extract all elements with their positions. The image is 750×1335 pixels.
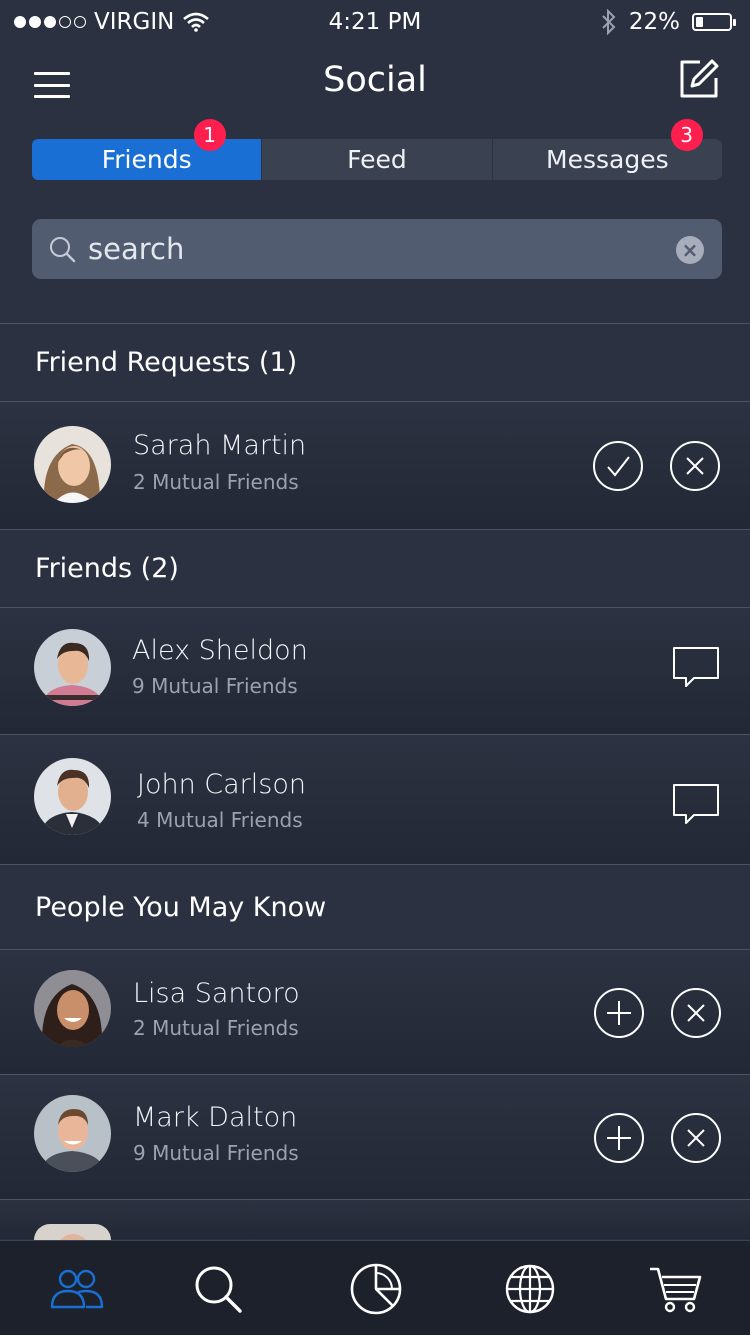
- messages-badge: 3: [670, 119, 703, 151]
- close-icon: [687, 1004, 705, 1022]
- contact-name: John Carlson: [137, 769, 306, 800]
- mutual-friends: 2 Mutual Friends: [133, 1016, 299, 1040]
- mutual-friends: 9 Mutual Friends: [132, 674, 298, 698]
- contact-name: Alex Sheldon: [132, 635, 308, 666]
- suggestion-row-partial: [0, 1199, 750, 1240]
- carrier-label: VIRGIN: [94, 9, 175, 35]
- navigation-bar: Social: [0, 44, 750, 124]
- friend-row[interactable]: John Carlson 4 Mutual Friends: [0, 734, 750, 864]
- friend-row[interactable]: Alex Sheldon 9 Mutual Friends: [0, 607, 750, 734]
- avatar: [34, 1095, 111, 1172]
- contacts-list: Friend Requests (1) Sarah Martin 2 Mutua…: [0, 323, 750, 1240]
- avatar: [34, 1224, 111, 1240]
- add-friend-button[interactable]: [594, 1113, 644, 1163]
- battery-percent: 22%: [628, 9, 680, 35]
- people-you-may-know-header: People You May Know: [0, 864, 750, 949]
- plus-icon: [607, 1001, 631, 1025]
- tab-bar: [0, 1240, 750, 1335]
- add-friend-button[interactable]: [594, 988, 644, 1038]
- avatar: [34, 426, 111, 503]
- status-bar: VIRGIN 4:21 PM 22%: [0, 0, 750, 44]
- contact-name: Sarah Martin: [133, 430, 307, 461]
- mutual-friends: 4 Mutual Friends: [137, 808, 303, 832]
- dismiss-suggestion-button[interactable]: [671, 1113, 721, 1163]
- friend-request-row[interactable]: Sarah Martin 2 Mutual Friends: [0, 401, 750, 529]
- clear-search-icon[interactable]: ×: [676, 236, 704, 264]
- globe-icon[interactable]: [502, 1261, 558, 1317]
- segmented-tabs: Friends 1 Feed Messages 3: [32, 119, 722, 180]
- plus-icon: [607, 1126, 631, 1150]
- tab-friends-label: Friends: [101, 145, 192, 174]
- tab-friends[interactable]: Friends 1: [32, 119, 262, 180]
- chat-bubble-icon[interactable]: [672, 783, 720, 827]
- compose-icon[interactable]: [678, 58, 720, 100]
- friends-header: Friends (2): [0, 529, 750, 607]
- cart-icon[interactable]: [648, 1261, 704, 1317]
- close-icon: [686, 457, 704, 475]
- suggestion-row[interactable]: Lisa Santoro 2 Mutual Friends: [0, 949, 750, 1074]
- contact-name: Mark Dalton: [133, 1102, 298, 1133]
- friend-requests-header: Friend Requests (1): [0, 323, 750, 401]
- bluetooth-icon: [602, 9, 616, 35]
- decline-request-button[interactable]: [670, 441, 720, 491]
- dismiss-suggestion-button[interactable]: [671, 988, 721, 1038]
- search-input[interactable]: [88, 219, 648, 279]
- avatar: [34, 629, 111, 706]
- tab-feed-label: Feed: [347, 145, 407, 174]
- tab-feed[interactable]: Feed: [261, 139, 491, 180]
- check-icon: [607, 456, 630, 477]
- battery-icon: [692, 13, 736, 31]
- accept-request-button[interactable]: [593, 441, 643, 491]
- search-icon[interactable]: [190, 1261, 246, 1317]
- tab-messages[interactable]: Messages 3: [491, 119, 722, 180]
- mutual-friends: 9 Mutual Friends: [133, 1141, 299, 1165]
- contact-name: Lisa Santoro: [133, 978, 300, 1009]
- close-icon: [687, 1129, 705, 1147]
- chat-bubble-icon[interactable]: [672, 646, 720, 690]
- signal-strength-icon: [14, 16, 86, 28]
- tab-messages-label: Messages: [546, 145, 669, 174]
- wifi-icon: [183, 12, 210, 32]
- page-title: Social: [323, 60, 427, 100]
- friends-badge: 1: [193, 119, 226, 151]
- search-bar: ×: [32, 219, 722, 279]
- people-icon[interactable]: [48, 1261, 104, 1317]
- avatar: [34, 970, 111, 1047]
- mutual-friends: 2 Mutual Friends: [133, 470, 299, 494]
- suggestion-row[interactable]: Mark Dalton 9 Mutual Friends: [0, 1074, 750, 1199]
- search-icon: [50, 237, 76, 263]
- avatar: [34, 758, 111, 835]
- pie-chart-icon[interactable]: [348, 1261, 404, 1317]
